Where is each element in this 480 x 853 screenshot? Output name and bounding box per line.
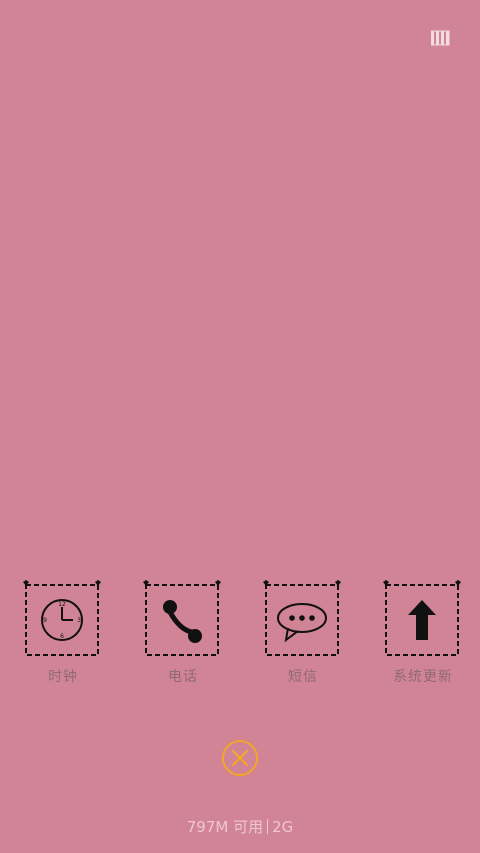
svg-text:12: 12 (58, 601, 66, 608)
memory-available: 797M 可用 (186, 818, 264, 836)
memory-total: 2G (272, 818, 294, 836)
app-label-messages: 短信 (288, 669, 318, 685)
app-card-system-update[interactable]: 系统更新 (378, 578, 468, 688)
update-arrow-icon (383, 580, 461, 656)
message-icon (263, 580, 341, 656)
app-label-clock: 时钟 (48, 669, 78, 685)
app-label-phone: 电话 (168, 669, 198, 685)
app-card-phone[interactable]: 电话 (138, 578, 228, 688)
recent-apps-row: 12 3 6 9 时钟 电话 短信 系统更新 (0, 578, 480, 688)
close-icon[interactable] (221, 739, 259, 777)
phone-icon (143, 580, 221, 656)
svg-text:9: 9 (43, 617, 47, 624)
recent-apps-icon[interactable] (431, 30, 451, 46)
clock-icon: 12 3 6 9 (23, 580, 101, 656)
svg-text:3: 3 (77, 617, 81, 624)
memory-separator (267, 819, 269, 834)
app-label-system-update: 系统更新 (393, 669, 453, 685)
app-card-clock[interactable]: 12 3 6 9 时钟 (18, 578, 108, 688)
memory-status: 797M 可用 2G (0, 816, 480, 837)
app-card-messages[interactable]: 短信 (258, 578, 348, 688)
svg-text:6: 6 (60, 633, 64, 640)
